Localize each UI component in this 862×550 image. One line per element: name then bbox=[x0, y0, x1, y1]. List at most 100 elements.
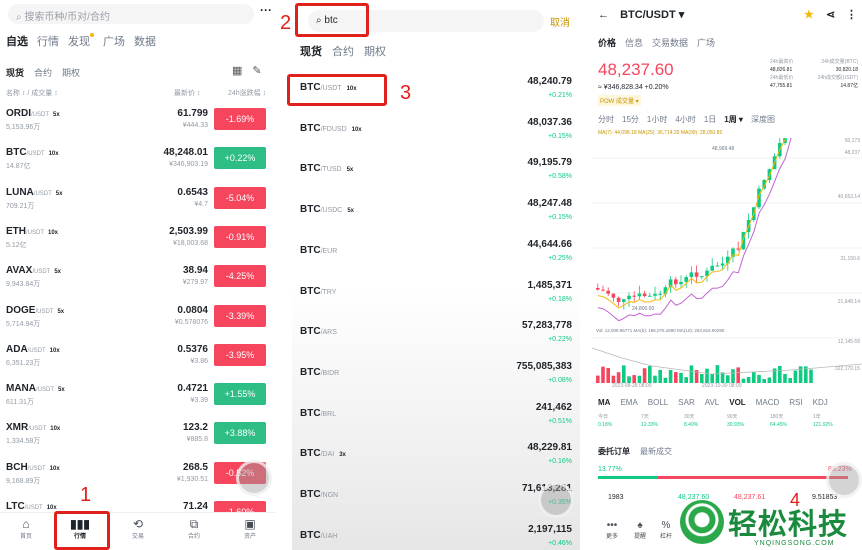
change-badge[interactable]: -3.95% bbox=[214, 343, 266, 366]
tf-line[interactable]: 分时 bbox=[598, 114, 614, 125]
star-icon[interactable]: ★ bbox=[804, 8, 814, 21]
ind-ma[interactable]: MA bbox=[598, 398, 610, 407]
annotation-box-2 bbox=[295, 3, 369, 37]
change-badge[interactable]: +1.55% bbox=[214, 383, 266, 406]
list-item[interactable]: BTC/USDT 10x 14.87亿 48,248.01 ¥346,903.19 +0.… bbox=[6, 147, 270, 183]
change-badge[interactable]: -3.39% bbox=[214, 304, 266, 327]
back-icon[interactable]: ← bbox=[598, 9, 609, 21]
search-result-row[interactable]: BTC/FDUSD 10x 48,037.36 +0.15% bbox=[300, 117, 572, 149]
change-badge[interactable]: +3.88% bbox=[214, 422, 266, 445]
edit-icon[interactable]: ✎ bbox=[252, 65, 271, 77]
ind-rsi[interactable]: RSI bbox=[789, 398, 802, 407]
search-input[interactable]: ⌕ 搜索币种/币对/合约 bbox=[8, 4, 254, 24]
list-item[interactable]: ADA/USDT 10x 6,351.23万 0.5376 ¥3.86 -3.95% bbox=[6, 343, 270, 380]
ind-avl[interactable]: AVL bbox=[705, 398, 720, 407]
nav-alert[interactable]: ♠ 提醒 bbox=[626, 520, 654, 540]
tab-discover[interactable]: 发现 bbox=[68, 33, 94, 49]
ind-ema[interactable]: EMA bbox=[620, 398, 637, 407]
col-price[interactable]: 最新价 ↕ bbox=[174, 88, 200, 98]
tf-15m[interactable]: 15分 bbox=[622, 114, 639, 125]
change-percent: +0.15% bbox=[548, 214, 572, 222]
search-placeholder: 搜索币种/币对/合约 bbox=[24, 12, 110, 23]
change-badge[interactable]: -0.91% bbox=[214, 225, 266, 248]
tab-trade-data[interactable]: 交易数据 bbox=[652, 36, 688, 49]
ind-sar[interactable]: SAR bbox=[678, 398, 694, 407]
tab-options[interactable]: 期权 bbox=[364, 43, 386, 59]
list-item[interactable]: MANA/USDT 5x 611.31万 0.4721 ¥3.39 +1.55% bbox=[6, 383, 270, 419]
list-item[interactable]: ORDI/USDT 5x 5,153.96万 61.799 ¥444.33 -1.69% bbox=[6, 108, 270, 144]
tf-1d[interactable]: 1日 bbox=[704, 114, 716, 125]
search-result-row[interactable]: BTC/EUR 44,644.66 +0.25% bbox=[300, 239, 572, 271]
chevron-down-icon[interactable]: ▾ bbox=[676, 9, 685, 21]
search-tabs: 现货 合约 期权 bbox=[300, 43, 386, 59]
ind-kdj[interactable]: KDJ bbox=[813, 398, 828, 407]
perf-label: 今日 bbox=[598, 414, 609, 420]
tab-data[interactable]: 数据 bbox=[134, 33, 156, 49]
perf-value: 0.18% bbox=[598, 422, 613, 428]
cancel-button[interactable]: 取消 bbox=[550, 14, 570, 29]
floating-assistive-button[interactable] bbox=[826, 462, 862, 498]
search-result-row[interactable]: BTC/ARS 57,283,778 +0.22% bbox=[300, 320, 572, 352]
nav-more[interactable]: ••• 更多 bbox=[598, 520, 626, 540]
search-result-row[interactable]: BTC/TUSD 5x 49,195.79 +0.58% bbox=[300, 157, 572, 189]
tab-favorites[interactable]: 自选 bbox=[6, 33, 28, 49]
tab-square[interactable]: 广场 bbox=[697, 36, 715, 49]
tf-4h[interactable]: 4小时 bbox=[675, 114, 695, 125]
floating-assistive-button[interactable] bbox=[236, 460, 272, 496]
search-result-row[interactable]: BTC/BIDR 755,085,383 +0.08% bbox=[300, 361, 572, 393]
tf-1h[interactable]: 1小时 bbox=[647, 114, 667, 125]
tab-latest-trades[interactable]: 最新成交 bbox=[640, 446, 672, 457]
change-badge[interactable]: +0.22% bbox=[214, 147, 266, 170]
search-result-row[interactable]: BTC/UAH 2,197,115 +0.46% bbox=[300, 524, 572, 550]
more-icon[interactable]: ⋮ bbox=[846, 8, 857, 21]
tab-price[interactable]: 价格 bbox=[598, 36, 616, 49]
subtab-spot[interactable]: 现货 bbox=[6, 66, 24, 79]
change-badge[interactable]: -1.69% bbox=[214, 108, 266, 130]
leverage-badge: 5x bbox=[58, 387, 65, 394]
more-icon[interactable]: ··· bbox=[260, 3, 272, 17]
list-item[interactable]: BCH/USDT 10x 9,168.89万 268.5 ¥1,930.51 -0.52% bbox=[6, 461, 270, 498]
nav-trade[interactable]: ⟲ 交易 bbox=[118, 517, 158, 540]
symbol-quote: /BIDR bbox=[320, 369, 340, 377]
list-item[interactable]: XMR/USDT 10x 1,334.58万 123.2 ¥885.8 +3.88% bbox=[6, 422, 270, 458]
symbol-base: DOGE bbox=[6, 304, 36, 316]
list-item[interactable]: LUNA/USDT 5x 709.21万 0.6543 ¥4.7 -5.04% bbox=[6, 186, 270, 223]
tag-pow[interactable]: POW 成交量 ▾ bbox=[598, 95, 641, 106]
nav-assets[interactable]: ▣ 资产 bbox=[230, 517, 270, 540]
floating-assistive-button[interactable] bbox=[538, 482, 574, 518]
perf-value: 121.92% bbox=[813, 422, 833, 428]
list-item[interactable]: ETH/USDT 10x 5.12亿 2,503.99 ¥18,003.68 -0.91% bbox=[6, 225, 270, 262]
tf-1w[interactable]: 1周 ▾ bbox=[724, 114, 743, 125]
pair-title[interactable]: BTC/USDT bbox=[620, 9, 676, 21]
tab-spot[interactable]: 现货 bbox=[300, 43, 322, 59]
nav-futures[interactable]: ⧉ 合约 bbox=[174, 517, 214, 540]
ind-vol[interactable]: VOL bbox=[729, 398, 745, 407]
list-item[interactable]: DOGE/USDT 5x 5,714.94万 0.0804 ¥0.578076 -3.39… bbox=[6, 304, 270, 341]
watchlist-panel: ⌕ 搜索币种/币对/合约 ··· 自选 行情 发现 广场 数据 现货 合约 期权… bbox=[0, 0, 276, 550]
tab-info[interactable]: 信息 bbox=[625, 36, 643, 49]
search-result-row[interactable]: BTC/BRL 241,462 +0.51% bbox=[300, 402, 572, 434]
subtab-options[interactable]: 期权 bbox=[62, 66, 80, 79]
tab-square[interactable]: 广场 bbox=[103, 33, 125, 49]
tab-futures[interactable]: 合约 bbox=[332, 43, 354, 59]
grid-icon[interactable]: ▦ bbox=[232, 65, 252, 77]
ind-macd[interactable]: MACD bbox=[756, 398, 780, 407]
change-badge[interactable]: -4.25% bbox=[214, 265, 266, 288]
tab-orderbook[interactable]: 委托订单 bbox=[598, 446, 630, 457]
search-result-row[interactable]: BTC/TRY 1,485,371 +0.18% bbox=[300, 280, 572, 312]
nav-home[interactable]: ⌂ 首页 bbox=[6, 517, 46, 540]
search-result-row[interactable]: BTC/NGN 71,613,281 +0.35% bbox=[300, 483, 572, 515]
subtab-futures[interactable]: 合约 bbox=[34, 66, 52, 79]
tf-depth[interactable]: 深度图 bbox=[751, 114, 775, 125]
col-change[interactable]: 24h涨跌幅 ↕ bbox=[228, 88, 266, 98]
change-badge[interactable]: -5.04% bbox=[214, 186, 266, 209]
candlestick-chart[interactable]: 50,173 48,237 40,653.14 31,150.6 21,648.14 12… bbox=[592, 138, 862, 388]
list-item[interactable]: AVAX/USDT 5x 9,943.84万 38.94 ¥279.97 -4.25% bbox=[6, 265, 270, 301]
volume: 9,943.84万 bbox=[6, 281, 41, 289]
ind-boll[interactable]: BOLL bbox=[648, 398, 668, 407]
col-name[interactable]: 名称 ↕ / 成交量 ↕ bbox=[6, 88, 58, 98]
tab-market[interactable]: 行情 bbox=[37, 33, 59, 49]
search-result-row[interactable]: BTC/USDC 5x 48,247.48 +0.15% bbox=[300, 198, 572, 230]
share-icon[interactable]: ⋖ bbox=[826, 8, 835, 21]
search-result-row[interactable]: BTC/DAI 3x 48,229.81 +0.16% bbox=[300, 442, 572, 474]
